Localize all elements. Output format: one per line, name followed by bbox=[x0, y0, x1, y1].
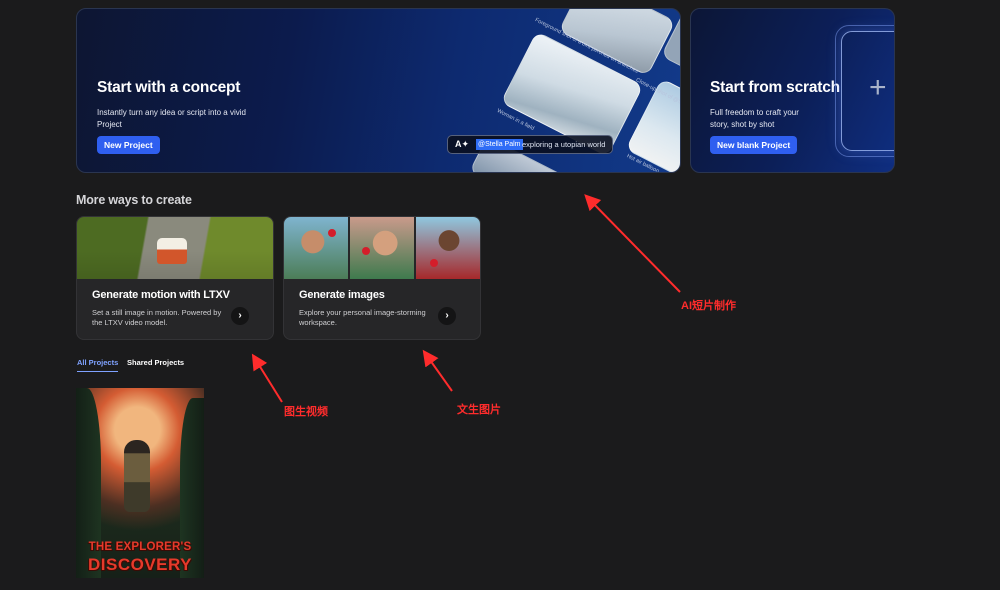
scratch-card[interactable]: Start from scratch Full freedom to craft… bbox=[690, 8, 895, 173]
prompt-mention: @Stella Palm bbox=[476, 139, 523, 150]
ai-text-icon: A✦ bbox=[455, 139, 470, 149]
tab-all-projects[interactable]: All Projects bbox=[77, 358, 119, 372]
concept-card[interactable]: Foreground shot of a bird perched on bra… bbox=[76, 8, 681, 173]
project-title-line1: THE EXPLORER'S bbox=[88, 541, 192, 553]
project-thumbnail[interactable]: THE EXPLORER'S DISCOVERY bbox=[76, 388, 204, 578]
section-title-more-ways: More ways to create bbox=[76, 193, 192, 207]
annotation-arrow-image-to-video bbox=[251, 353, 283, 403]
prompt-text: exploring a utopian world bbox=[522, 140, 606, 149]
blank-frame bbox=[841, 31, 894, 151]
prompt-preview: A✦ @Stella Palm exploring a utopian worl… bbox=[447, 135, 613, 154]
portrait-image bbox=[416, 217, 480, 279]
generate-images-card[interactable]: Generate images Explore your personal im… bbox=[283, 216, 481, 340]
concept-description: Instantly turn any idea or script into a… bbox=[97, 108, 246, 129]
scratch-title: Start from scratch bbox=[710, 79, 840, 96]
annotation-image-to-video: 图生视频 bbox=[284, 406, 328, 418]
images-preview-strip bbox=[284, 217, 480, 279]
concept-title: Start with a concept bbox=[97, 79, 241, 96]
images-card-description: Explore your personal image-storming wor… bbox=[299, 308, 426, 327]
new-project-button[interactable]: New Project bbox=[97, 136, 160, 154]
annotation-ai-short-film: AI短片制作 bbox=[681, 300, 736, 312]
annotation-arrow-ai-short-film bbox=[584, 194, 681, 293]
portrait-image bbox=[284, 217, 348, 279]
project-title: THE EXPLORER'S DISCOVERY bbox=[76, 538, 204, 574]
portrait-image bbox=[350, 217, 414, 279]
annotation-text-to-image: 文生图片 bbox=[457, 404, 501, 416]
rose-icon bbox=[362, 247, 370, 255]
motion-card-description: Set a still image in motion. Powered by … bbox=[92, 308, 222, 327]
annotation-arrow-text-to-image bbox=[422, 349, 453, 392]
rose-icon bbox=[328, 229, 336, 237]
tab-shared-projects[interactable]: Shared Projects bbox=[127, 358, 184, 367]
generate-motion-card[interactable]: Generate motion with LTXV Set a still im… bbox=[76, 216, 274, 340]
project-title-line2: DISCOVERY bbox=[87, 555, 192, 574]
motion-preview-image bbox=[77, 217, 273, 279]
van-illustration bbox=[157, 238, 187, 264]
new-blank-project-button[interactable]: New blank Project bbox=[710, 136, 798, 154]
motion-card-title: Generate motion with LTXV bbox=[92, 289, 230, 301]
chevron-right-icon[interactable]: › bbox=[438, 307, 456, 325]
scratch-description: Full freedom to craft your story, shot b… bbox=[710, 108, 799, 129]
images-card-title: Generate images bbox=[299, 289, 385, 301]
chevron-right-icon[interactable]: › bbox=[231, 307, 249, 325]
plus-icon: + bbox=[869, 71, 887, 104]
rose-icon bbox=[430, 259, 438, 267]
explorer-illustration bbox=[124, 440, 150, 512]
